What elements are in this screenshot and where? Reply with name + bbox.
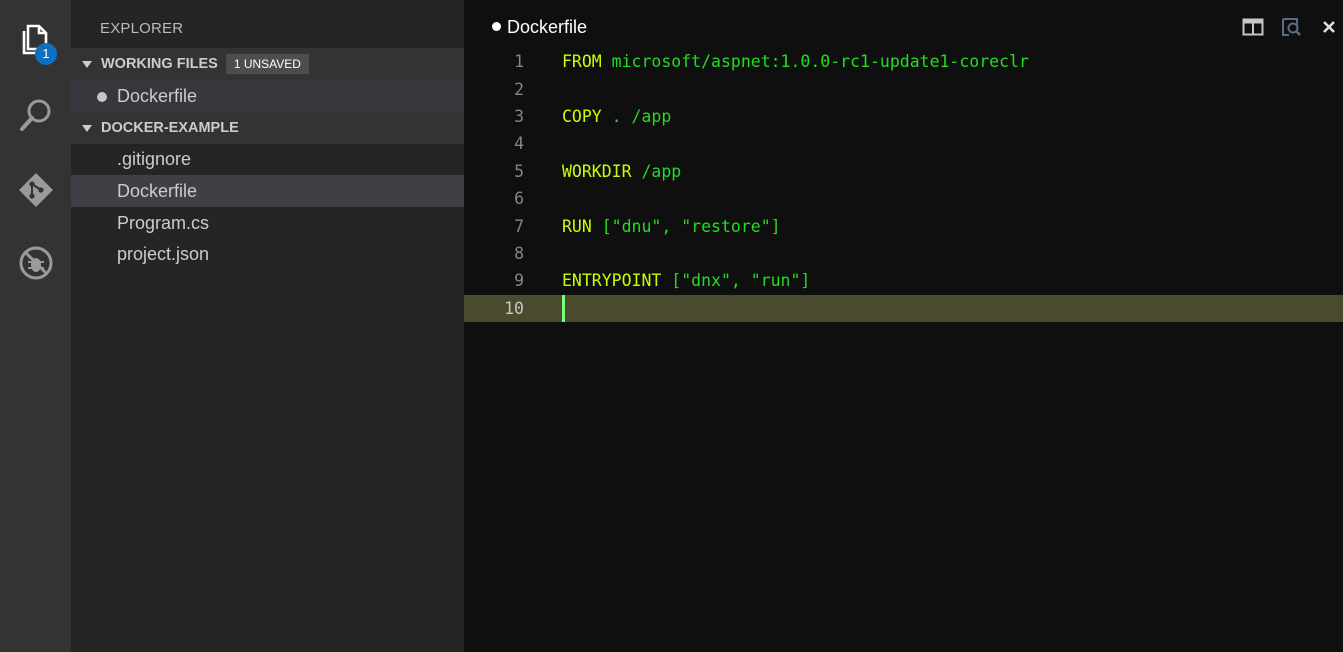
working-files-label: WORKING FILES [101,56,218,72]
file-label: Dockerfile [117,180,198,201]
project-folder-header[interactable]: DOCKER-EXAMPLE [71,112,464,144]
line-number: 8 [514,244,524,263]
file-label: project.json [117,243,210,264]
code-line: 4 [464,130,1343,157]
line-number: 9 [514,271,524,290]
file-label: Program.cs [117,212,210,233]
file-item-program-cs[interactable]: Program.cs [71,207,464,239]
code-text: RUN ["dnu", "restore"] [562,213,781,240]
code-text: ENTRYPOINT ["dnx", "run"] [562,267,810,294]
sidebar-title: EXPLORER [100,20,184,37]
activity-bar: 1 [0,0,71,652]
working-files-header[interactable]: WORKING FILES 1 UNSAVED [71,48,464,80]
chevron-down-icon [82,60,92,68]
working-file-item[interactable]: Dockerfile [71,80,464,112]
line-number: 1 [514,52,524,71]
code-line: 9 ENTRYPOINT ["dnx", "run"] [464,267,1343,294]
code-keyword: COPY [562,107,602,126]
unsaved-dot-icon [97,92,107,102]
line-number: 6 [514,189,524,208]
explorer-button[interactable] [0,10,71,70]
code-line: 3 COPY . /app [464,103,1343,130]
code-line: 5 WORKDIR /app [464,158,1343,185]
debug-icon [17,244,55,282]
code-keyword: RUN [562,217,592,236]
code-args: microsoft/aspnet:1.0.0-rc1-update1-corec… [601,52,1029,71]
current-code-line: 10 [464,295,1343,322]
code-args: ["dnx", "run"] [661,271,811,290]
git-button[interactable] [0,160,71,220]
editor-tab[interactable]: Dockerfile [492,17,587,38]
search-button[interactable] [0,85,71,145]
line-number: 5 [514,162,524,181]
close-icon[interactable] [1317,15,1341,39]
code-line: 8 [464,240,1343,267]
code-args: ["dnu", "restore"] [591,217,781,236]
chevron-down-icon [82,124,92,132]
unsaved-badge: 1 UNSAVED [225,54,309,74]
code-text: COPY . /app [562,103,671,130]
code-line: 2 [464,76,1343,103]
code-text: WORKDIR /app [562,158,681,185]
working-file-label: Dockerfile [117,85,198,106]
debug-button[interactable] [0,233,71,293]
code-args: /app [631,162,682,181]
line-number: 2 [514,80,524,99]
open-preview-icon[interactable] [1279,15,1303,39]
line-number: 4 [514,134,524,153]
file-item-gitignore[interactable]: .gitignore [71,143,464,175]
file-item-dockerfile[interactable]: Dockerfile [71,175,464,207]
line-number: 7 [514,217,524,236]
explorer-sidebar: EXPLORER WORKING FILES 1 UNSAVED Dockerf… [71,0,464,652]
code-keyword: ENTRYPOINT [562,271,662,290]
file-item-project-json[interactable]: project.json [71,238,464,270]
code-keyword: FROM [562,52,602,71]
code-line: 7 RUN ["dnu", "restore"] [464,213,1343,240]
text-cursor [562,295,565,322]
line-number: 10 [504,299,524,318]
project-folder-label: DOCKER-EXAMPLE [101,120,239,136]
git-icon [17,171,55,209]
code-text: FROM microsoft/aspnet:1.0.0-rc1-update1-… [562,48,1029,75]
file-label: .gitignore [117,148,192,169]
split-editor-icon[interactable] [1241,15,1265,39]
line-number: 3 [514,107,524,126]
code-keyword: WORKDIR [562,162,632,181]
tab-title-label: Dockerfile [507,17,588,37]
search-icon [17,96,55,134]
unsaved-dot-icon [492,21,501,31]
code-line: 1 FROM microsoft/aspnet:1.0.0-rc1-update… [464,48,1343,75]
unsaved-count-badge: 1 [35,43,57,65]
editor[interactable]: Dockerfile 1 FROM microsoft/aspnet:1.0.0… [464,0,1343,652]
code-args: . /app [601,107,672,126]
code-line: 6 [464,185,1343,212]
